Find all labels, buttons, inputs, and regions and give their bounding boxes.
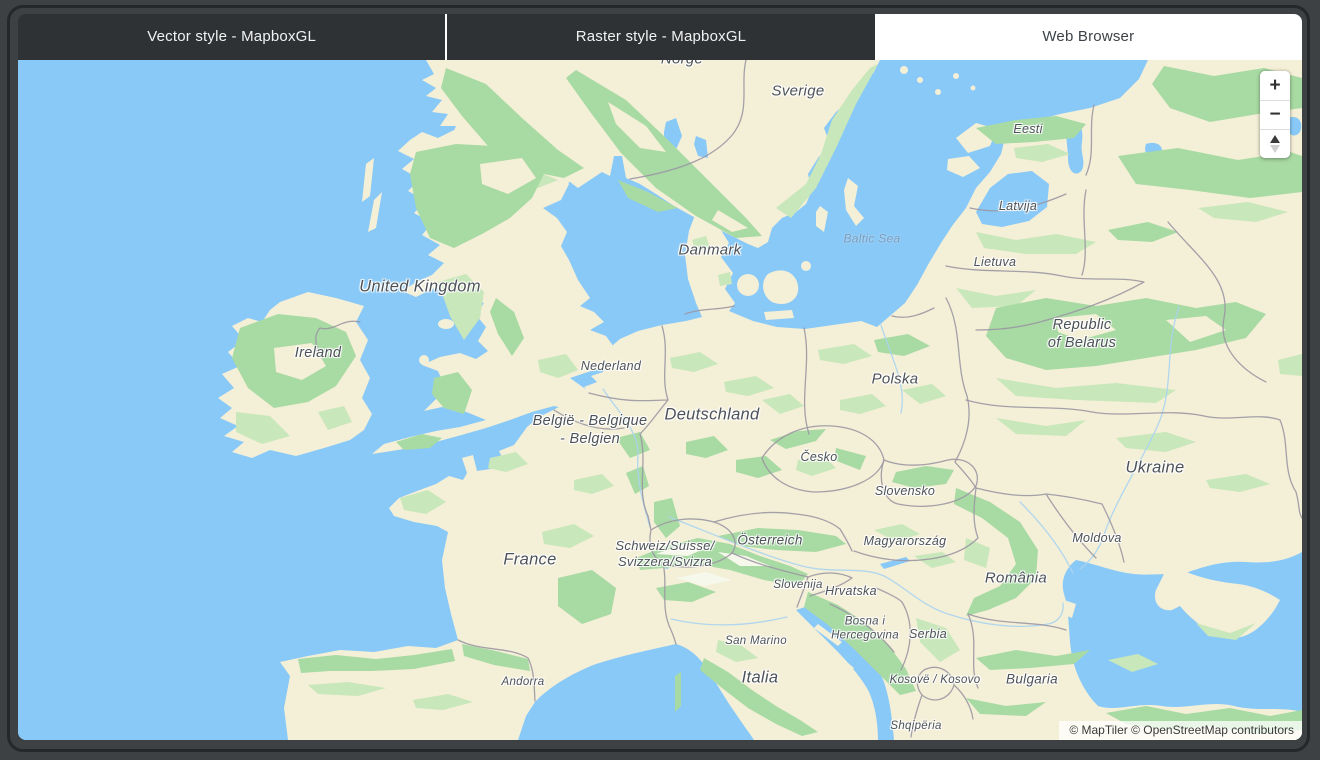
map-navigation-control: + − — [1260, 71, 1290, 158]
compass-button[interactable] — [1260, 129, 1290, 158]
zoom-in-button[interactable]: + — [1260, 71, 1290, 100]
desktop-background: Vector style - MapboxGL Raster style - M… — [0, 0, 1320, 760]
compass-north-icon — [1270, 135, 1280, 143]
tab-vector-style[interactable]: Vector style - MapboxGL — [18, 14, 445, 60]
tab-bar: Vector style - MapboxGL Raster style - M… — [18, 14, 1302, 60]
compass-south-icon — [1270, 145, 1280, 153]
map-demo-window: Vector style - MapboxGL Raster style - M… — [18, 14, 1302, 740]
map-image — [18, 60, 1302, 740]
tab-web-browser[interactable]: Web Browser — [874, 14, 1302, 60]
tab-raster-style[interactable]: Raster style - MapboxGL — [445, 14, 874, 60]
map-canvas[interactable]: NorgeSverigeEestiLatvijaLietuvaBaltic Se… — [18, 60, 1302, 740]
map-attribution[interactable]: © MapTiler © OpenStreetMap contributors — [1059, 721, 1302, 740]
zoom-out-button[interactable]: − — [1260, 100, 1290, 129]
